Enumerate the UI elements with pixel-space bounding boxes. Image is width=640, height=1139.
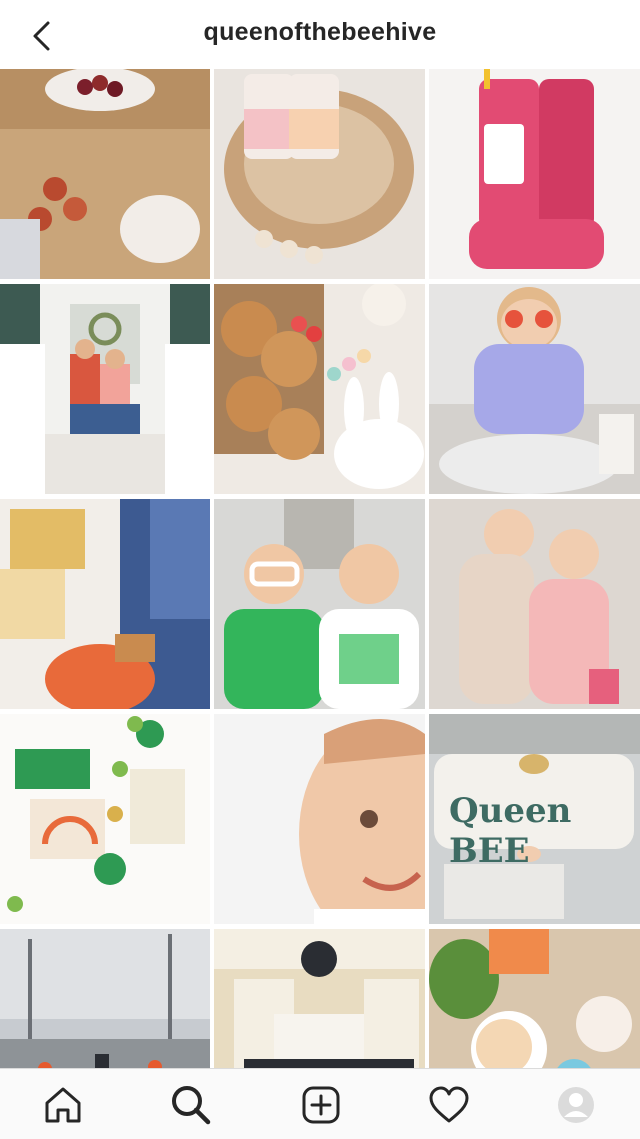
post-image (214, 284, 425, 494)
post-tile[interactable] (0, 499, 210, 709)
bottom-navigation (0, 1068, 640, 1139)
post-tile[interactable] (0, 714, 210, 924)
nav-new-post[interactable] (297, 1081, 345, 1129)
post-image (429, 499, 640, 709)
post-image (429, 69, 640, 279)
home-icon (45, 1087, 81, 1123)
post-tile[interactable] (214, 499, 425, 709)
post-image (0, 714, 210, 924)
post-tile[interactable] (214, 714, 425, 924)
post-image (0, 284, 210, 494)
post-tile[interactable] (0, 69, 210, 279)
post-tile[interactable] (0, 284, 210, 494)
queen-bee-sign-text: Queen BEE (449, 791, 572, 871)
post-tile[interactable] (429, 284, 640, 494)
post-image (214, 499, 425, 709)
profile-avatar-icon (558, 1087, 594, 1123)
nav-activity[interactable] (425, 1081, 473, 1129)
top-header: queenofthebeehive (0, 0, 640, 68)
nav-home[interactable] (39, 1081, 87, 1129)
post-image (0, 69, 210, 279)
new-post-icon (302, 1086, 340, 1124)
post-tile[interactable] (429, 499, 640, 709)
photo-grid: Queen BEE (0, 69, 640, 1139)
heart-icon (429, 1086, 469, 1123)
search-icon (172, 1086, 211, 1125)
post-tile[interactable] (214, 284, 425, 494)
post-image (429, 284, 640, 494)
profile-username[interactable]: queenofthebeehive (0, 18, 640, 47)
post-image (214, 714, 425, 924)
post-image (214, 69, 425, 279)
post-tile[interactable] (429, 69, 640, 279)
post-image (0, 499, 210, 709)
post-tile[interactable] (214, 69, 425, 279)
nav-profile[interactable] (552, 1081, 600, 1129)
post-tile[interactable]: Queen BEE (429, 714, 640, 924)
nav-search[interactable] (167, 1081, 215, 1129)
